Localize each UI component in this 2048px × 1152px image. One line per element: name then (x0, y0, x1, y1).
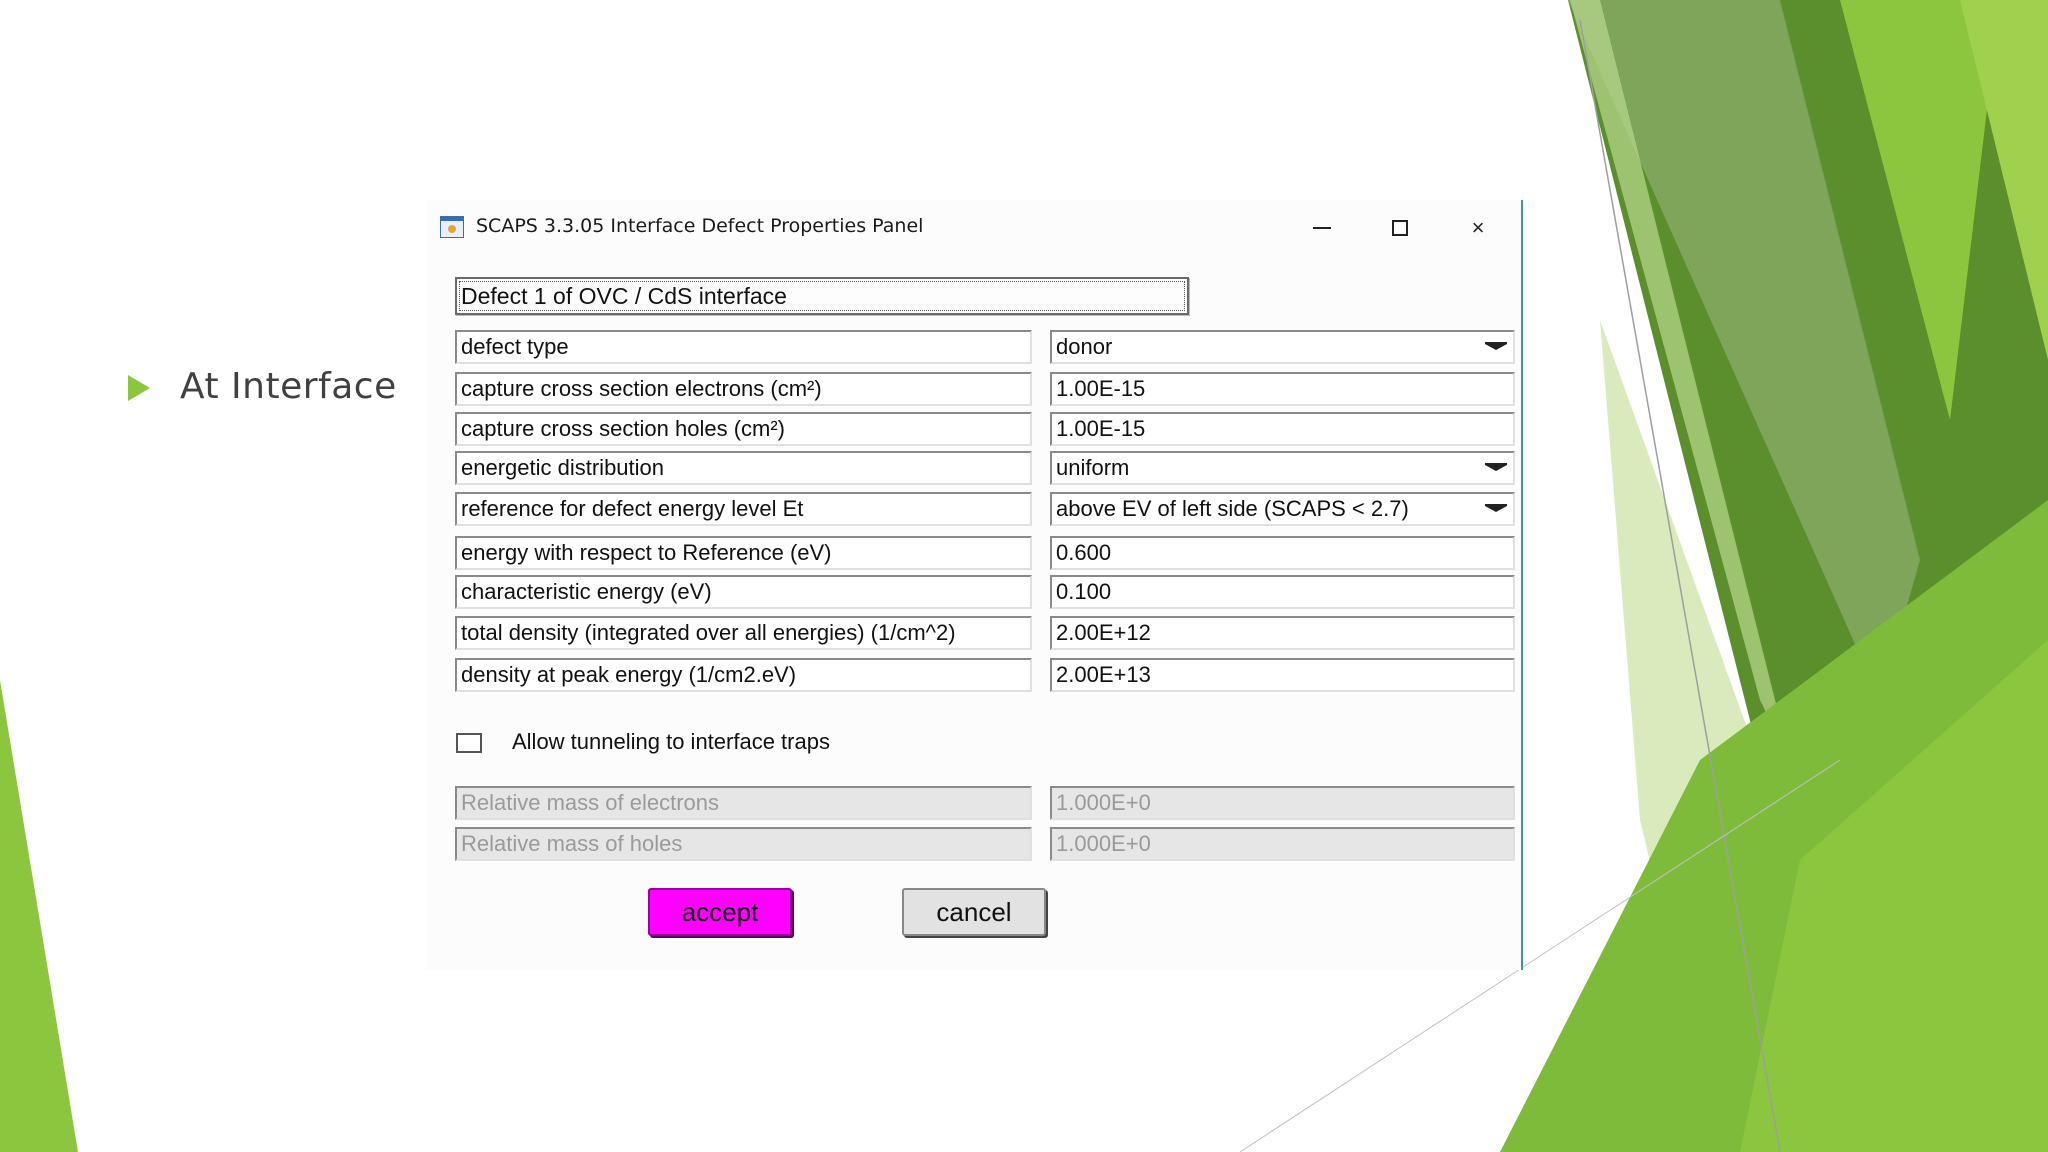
close-button[interactable]: × (1458, 212, 1498, 244)
defect-type-value: donor (1056, 334, 1113, 359)
mass-electrons-input: 1.000E+0 (1050, 786, 1515, 820)
tunneling-label[interactable]: Allow tunneling to interface traps (512, 729, 830, 755)
minimize-icon (1313, 227, 1331, 229)
reference-energy-select[interactable]: above EV of left side (SCAPS < 2.7) (1050, 492, 1515, 526)
cancel-button[interactable]: cancel (902, 888, 1046, 936)
close-icon: × (1471, 215, 1485, 240)
label-capture-holes: capture cross section holes (cm²) (455, 412, 1032, 446)
window-title: SCAPS 3.3.05 Interface Defect Properties… (476, 215, 924, 237)
defect-title-field[interactable]: Defect 1 of OVC / CdS interface (455, 277, 1189, 315)
maximize-button[interactable] (1380, 212, 1420, 244)
label-defect-type: defect type (455, 330, 1032, 364)
accept-button[interactable]: accept (648, 888, 792, 936)
minimize-button[interactable] (1302, 212, 1342, 244)
peak-density-input[interactable]: 2.00E+13 (1050, 658, 1515, 692)
app-icon (440, 216, 464, 238)
bullet-text: At Interface (180, 366, 397, 407)
bullet-arrow-icon (128, 374, 150, 401)
capture-electrons-input[interactable]: 1.00E-15 (1050, 372, 1515, 406)
label-characteristic-energy: characteristic energy (eV) (455, 575, 1032, 609)
characteristic-energy-input[interactable]: 0.100 (1050, 575, 1515, 609)
label-mass-electrons: Relative mass of electrons (455, 786, 1032, 820)
maximize-icon (1392, 220, 1408, 236)
mass-holes-input: 1.000E+0 (1050, 827, 1515, 861)
dropdown-arrow-icon[interactable] (1485, 465, 1507, 471)
energy-reference-input[interactable]: 0.600 (1050, 536, 1515, 570)
capture-holes-input[interactable]: 1.00E-15 (1050, 412, 1515, 446)
defect-type-select[interactable]: donor (1050, 330, 1515, 364)
label-mass-holes: Relative mass of holes (455, 827, 1032, 861)
defect-properties-window: SCAPS 3.3.05 Interface Defect Properties… (426, 200, 1523, 970)
dropdown-arrow-icon[interactable] (1485, 344, 1507, 350)
label-reference-energy: reference for defect energy level Et (455, 492, 1032, 526)
dropdown-arrow-icon[interactable] (1485, 506, 1507, 512)
total-density-input[interactable]: 2.00E+12 (1050, 616, 1515, 650)
label-energy-reference: energy with respect to Reference (eV) (455, 536, 1032, 570)
label-total-density: total density (integrated over all energ… (455, 616, 1032, 650)
reference-energy-value: above EV of left side (SCAPS < 2.7) (1056, 496, 1409, 521)
window-titlebar[interactable]: SCAPS 3.3.05 Interface Defect Properties… (426, 200, 1521, 256)
bullet-item: At Interface (128, 366, 397, 407)
label-peak-density: density at peak energy (1/cm2.eV) (455, 658, 1032, 692)
energetic-distribution-value: uniform (1056, 455, 1130, 480)
label-energetic-distribution: energetic distribution (455, 451, 1032, 485)
label-capture-electrons: capture cross section electrons (cm²) (455, 372, 1032, 406)
tunneling-checkbox[interactable] (456, 733, 482, 753)
energetic-distribution-select[interactable]: uniform (1050, 451, 1515, 485)
